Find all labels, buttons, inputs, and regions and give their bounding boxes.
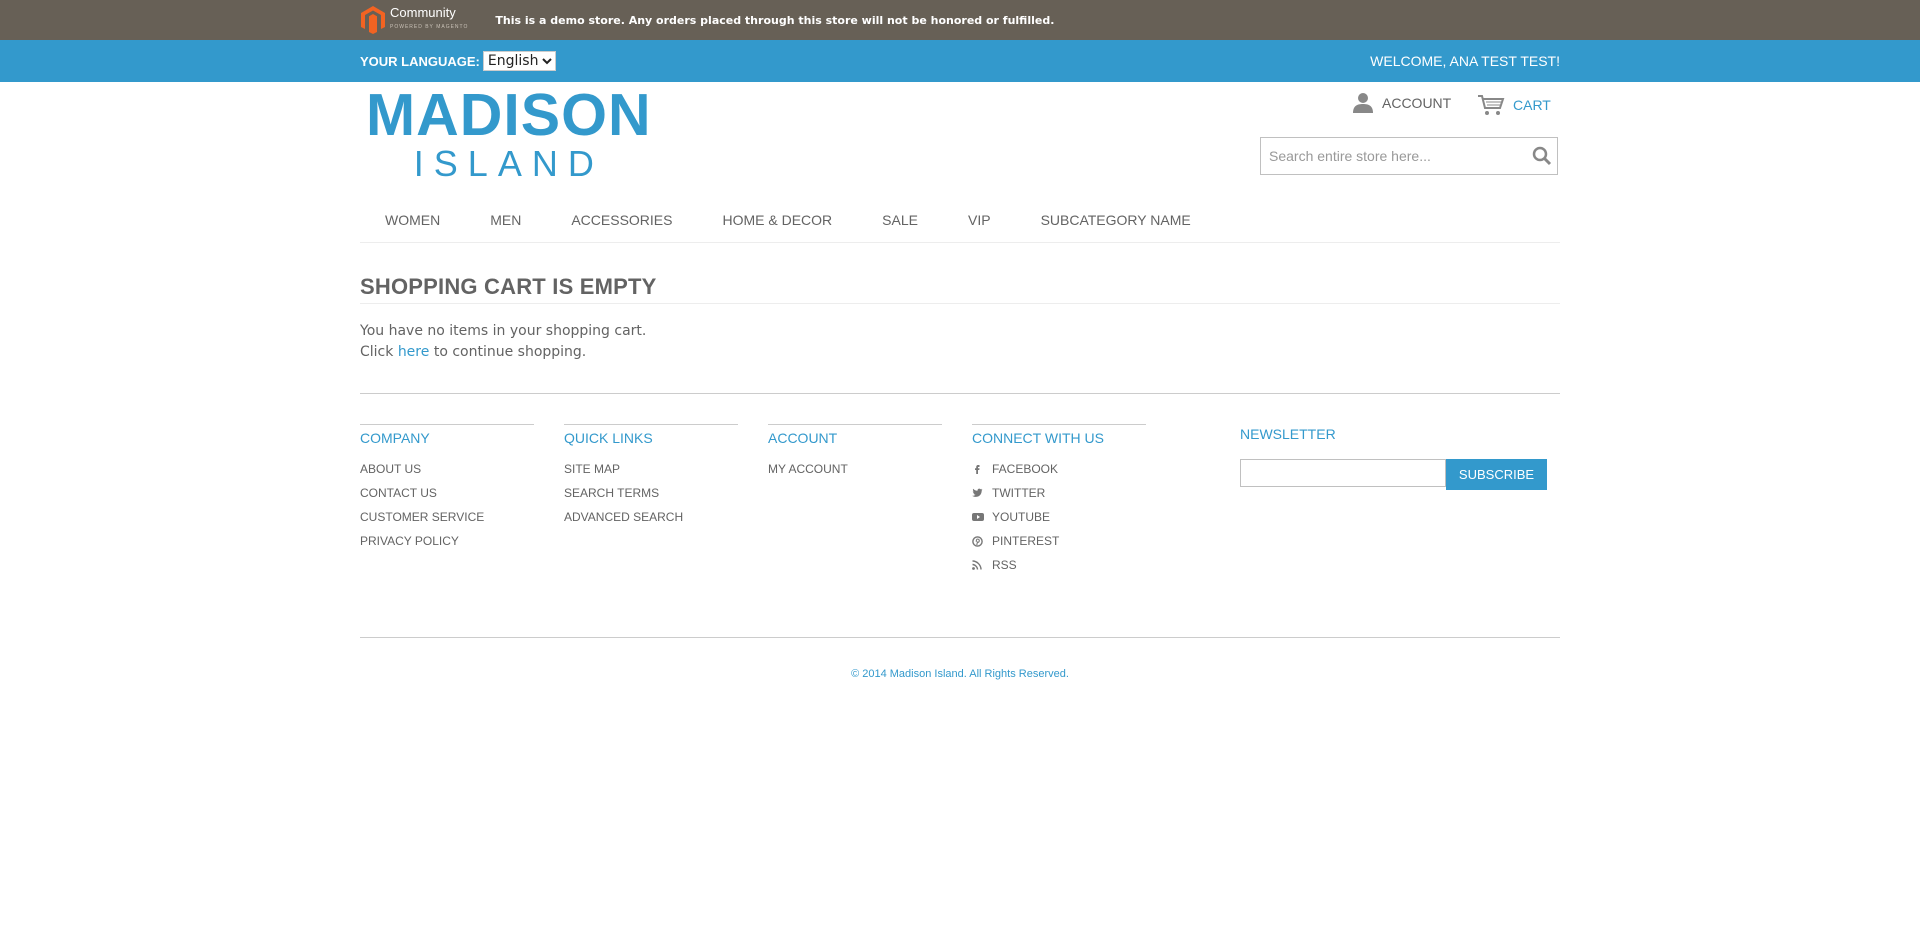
cart-label: CART	[1513, 97, 1551, 113]
footer-account-title: ACCOUNT	[768, 424, 942, 448]
main-nav: WOMEN MEN ACCESSORIES HOME & DECOR SALE …	[360, 207, 1560, 243]
footer-quick-links-title: QUICK LINKS	[564, 424, 738, 448]
footer-my-account[interactable]: MY ACCOUNT	[768, 457, 848, 481]
user-icon	[1353, 93, 1373, 113]
facebook-icon	[972, 464, 992, 474]
no-items-text: You have no items in your shopping cart.	[360, 323, 647, 339]
footer-pinterest[interactable]: PINTEREST	[992, 529, 1059, 553]
search-input[interactable]	[1261, 138, 1527, 174]
main-container: WOMEN MEN ACCESSORIES HOME & DECOR SALE …	[360, 207, 1560, 680]
nav-women[interactable]: WOMEN	[385, 208, 440, 232]
continue-shopping-line: Click here to continue shopping.	[360, 342, 1560, 363]
footer-advanced-search[interactable]: ADVANCED SEARCH	[564, 505, 683, 529]
language-select[interactable]: English	[482, 51, 556, 71]
footer-twitter[interactable]: TWITTER	[992, 481, 1045, 505]
footer-rss[interactable]: RSS	[992, 553, 1017, 577]
twitter-icon	[972, 488, 992, 498]
footer-customer-service[interactable]: CUSTOMER SERVICE	[360, 505, 484, 529]
logo-line-1: MADISON	[366, 82, 652, 148]
footer-youtube[interactable]: YOUTUBE	[992, 505, 1050, 529]
click-prefix: Click	[360, 344, 398, 360]
account-link[interactable]: ACCOUNT	[1352, 92, 1451, 114]
empty-cart-message: You have no items in your shopping cart.…	[360, 321, 1560, 363]
continue-shopping-link[interactable]: here	[398, 344, 430, 360]
copyright: © 2014 Madison Island. All Rights Reserv…	[360, 637, 1560, 680]
footer-account: ACCOUNT MY ACCOUNT	[768, 424, 942, 481]
nav-vip[interactable]: VIP	[968, 208, 991, 232]
language-label: YOUR LANGUAGE:	[360, 53, 480, 69]
magento-icon	[361, 6, 385, 34]
footer-search-terms[interactable]: SEARCH TERMS	[564, 481, 659, 505]
footer-site-map[interactable]: SITE MAP	[564, 457, 620, 481]
footer-company-title: COMPANY	[360, 424, 534, 448]
nav-men[interactable]: MEN	[490, 208, 521, 232]
footer-contact-us[interactable]: CONTACT US	[360, 481, 437, 505]
pinterest-icon	[972, 535, 992, 547]
footer-company: COMPANY ABOUT US CONTACT US CUSTOMER SER…	[360, 424, 534, 553]
search-box	[1260, 137, 1558, 175]
magento-community-logo: Community POWERED BY MAGENTO	[360, 5, 468, 35]
search-icon	[1532, 146, 1552, 166]
subscribe-button[interactable]: SUBSCRIBE	[1446, 459, 1547, 490]
language-bar: YOUR LANGUAGE: English WELCOME, ANA TEST…	[0, 40, 1920, 82]
footer: COMPANY ABOUT US CONTACT US CUSTOMER SER…	[360, 393, 1560, 604]
cart-icon	[1478, 95, 1505, 115]
footer-facebook[interactable]: FACEBOOK	[992, 457, 1058, 481]
click-suffix: to continue shopping.	[429, 344, 587, 360]
community-word: Community POWERED BY MAGENTO	[390, 6, 469, 33]
logo-line-2: ISLAND	[413, 143, 604, 184]
search-button[interactable]	[1527, 146, 1557, 166]
footer-about-us[interactable]: ABOUT US	[360, 457, 421, 481]
footer-connect: CONNECT WITH US FACEBOOK TWITTER YOUTUBE…	[972, 424, 1146, 577]
newsletter-block: NEWSLETTER SUBSCRIBE	[1240, 424, 1547, 490]
cart-link[interactable]: CART	[1477, 94, 1551, 116]
store-logo[interactable]: MADISON ISLAND	[366, 82, 652, 182]
nav-accessories[interactable]: ACCESSORIES	[571, 208, 672, 232]
demo-notice-text: This is a demo store. Any orders placed …	[495, 13, 1055, 27]
newsletter-title: NEWSLETTER	[1240, 426, 1336, 442]
newsletter-email-input[interactable]	[1240, 459, 1446, 487]
footer-quick-links: QUICK LINKS SITE MAP SEARCH TERMS ADVANC…	[564, 424, 738, 529]
nav-home-decor[interactable]: HOME & DECOR	[722, 208, 832, 232]
community-sub: POWERED BY MAGENTO	[390, 24, 469, 30]
footer-privacy-policy[interactable]: PRIVACY POLICY	[360, 529, 459, 553]
language-switcher: YOUR LANGUAGE: English	[360, 51, 556, 71]
demo-notice-bar: Community POWERED BY MAGENTO This is a d…	[0, 0, 1920, 40]
account-label: ACCOUNT	[1382, 95, 1452, 111]
nav-subcategory-name[interactable]: SUBCATEGORY NAME	[1041, 208, 1191, 232]
footer-connect-title: CONNECT WITH US	[972, 424, 1146, 448]
rss-icon	[972, 560, 992, 570]
header: MADISON ISLAND ACCOUNT CART	[360, 82, 1560, 207]
page-title: SHOPPING CART IS EMPTY	[360, 274, 1560, 304]
nav-sale[interactable]: SALE	[882, 208, 918, 232]
welcome-message: WELCOME, ANA TEST TEST!	[1370, 53, 1560, 69]
youtube-icon	[972, 512, 992, 522]
